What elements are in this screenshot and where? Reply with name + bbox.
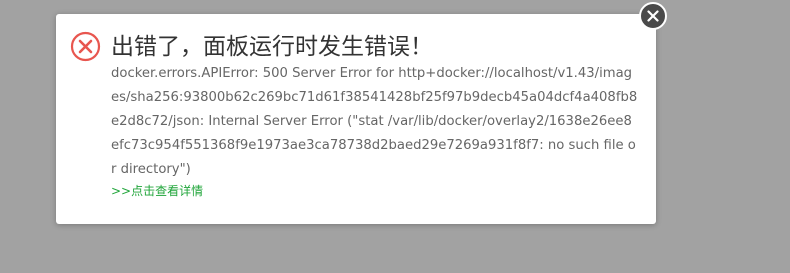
error-circle-x-icon — [70, 31, 101, 62]
close-button[interactable] — [639, 2, 667, 30]
dialog-title: 出错了，面板运行时发生错误！ — [111, 34, 433, 60]
error-dialog: 出错了，面板运行时发生错误！ docker.errors.APIError: 5… — [56, 14, 656, 224]
view-details-link[interactable]: >>点击查看详情 — [111, 182, 203, 200]
close-icon — [647, 10, 659, 22]
error-message: docker.errors.APIError: 500 Server Error… — [111, 66, 638, 177]
